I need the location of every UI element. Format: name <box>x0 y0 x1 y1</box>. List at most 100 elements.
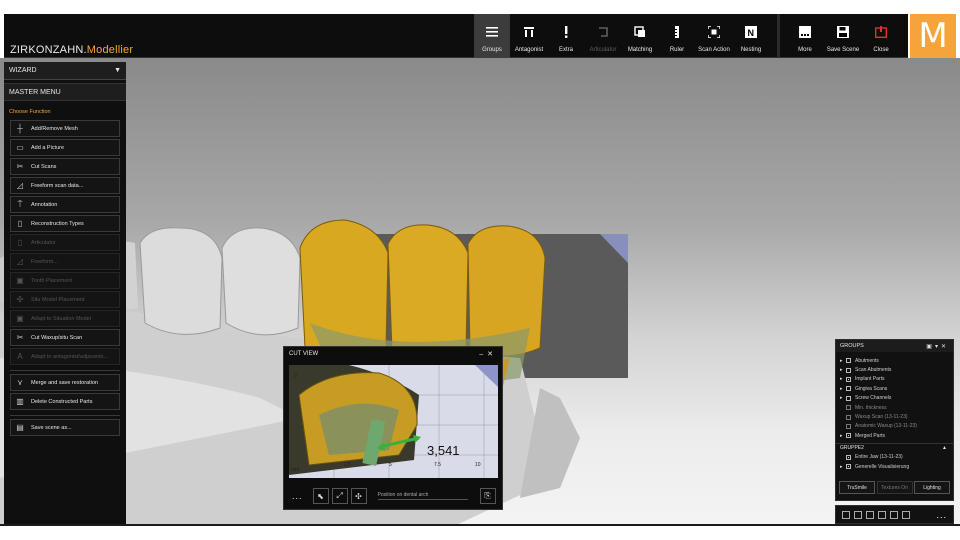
document-icon: ▯ <box>17 219 23 228</box>
fn-freeform-scan-data[interactable]: ◿ Freeform scan data... <box>10 177 120 194</box>
checkbox[interactable] <box>846 454 851 460</box>
matching-icon <box>634 20 646 44</box>
cut-line-icon[interactable]: ⤢ <box>331 488 348 504</box>
checkbox[interactable] <box>846 395 851 401</box>
fn-annotation[interactable]: ⍑ Annotation <box>10 196 120 213</box>
groups-button[interactable]: Groups <box>474 14 510 58</box>
checkbox[interactable] <box>846 386 851 392</box>
group-item-gingiva-scans[interactable]: ▸ Gingiva Scans <box>836 384 953 393</box>
extra-button[interactable]: Extra <box>548 14 584 58</box>
group-label: Implant Parts <box>855 376 885 383</box>
view-square-icon[interactable] <box>878 510 886 519</box>
brand-main: ZIRKONZAHN. <box>10 44 87 56</box>
antagonist-icon <box>523 20 535 44</box>
fn-cut-waxup-situ-scan[interactable]: ✂ Cut Waxup/situ Scan <box>10 329 120 346</box>
checkbox[interactable] <box>846 433 851 439</box>
articulator-button[interactable]: Articulator <box>585 14 621 58</box>
group-item-abutments[interactable]: ▸ Abutments <box>836 356 953 365</box>
checkbox[interactable] <box>846 376 851 382</box>
fn-add-remove-mesh[interactable]: ┼ Add/Remove Mesh <box>10 120 120 137</box>
fn-articulator[interactable]: ▯ Articulator <box>10 234 120 251</box>
plus-icon: ┼ <box>17 124 23 133</box>
scan-action-button[interactable]: Scan Action <box>696 14 732 58</box>
checkbox[interactable] <box>846 367 851 373</box>
wizard-dropdown[interactable]: WIZARD ▼ <box>4 62 126 80</box>
fn-add-picture[interactable]: ▭ Add a Picture <box>10 139 120 156</box>
fn-delete-constructed-parts[interactable]: ▥ Delete Constructed Parts <box>10 393 120 410</box>
checkbox[interactable] <box>846 464 851 470</box>
annotation-icon: ⍑ <box>17 199 23 209</box>
fn-freeform[interactable]: ◿ Freeform... <box>10 253 120 270</box>
subgroup-label: GRUPPE2 <box>840 445 864 452</box>
fn-merge-save-restoration[interactable]: ⋎ Merge and save restoration <box>10 374 120 391</box>
master-menu-button[interactable]: MASTER MENU <box>4 83 126 101</box>
group-item-screw-channels[interactable]: ▸ Screw Channels <box>836 394 953 403</box>
view-square-icon[interactable] <box>854 510 862 519</box>
left-panel: WIZARD ▼ MASTER MENU Choose Function ┼ Ad… <box>4 62 126 524</box>
app-logo[interactable]: M <box>910 14 956 58</box>
articulator-label: Articulator <box>589 47 617 53</box>
scissors-icon: ✂ <box>16 333 24 342</box>
fn-situ-model-placement[interactable]: ✣ Situ Model Placement <box>10 291 120 308</box>
checkbox[interactable] <box>846 423 851 429</box>
close-power-icon <box>875 20 887 44</box>
fn-reconstruction-types[interactable]: ▯ Reconstruction Types <box>10 215 120 232</box>
fn-label: Add/Remove Mesh <box>31 125 78 132</box>
group-item-waxup-scan[interactable]: Waxup Scan (13-11-23) <box>836 412 953 421</box>
textures-on-button[interactable]: Textures On <box>876 481 913 494</box>
group-item-merged-parts[interactable]: ▸ Merged Parts <box>836 431 953 440</box>
close-button[interactable]: Close <box>863 14 899 58</box>
more-label: More <box>798 47 812 53</box>
group-label: Entire Jaw (13-11-23) <box>855 454 903 461</box>
cut-view-image[interactable]: 3,541 mm 0 2.5 5 7.5 10 <box>289 365 498 478</box>
fn-save-scene-as[interactable]: ▤ Save scene as... <box>10 419 120 436</box>
antagonist-label: Antagonist <box>514 47 544 53</box>
measurement-value: 3,541 <box>427 443 460 458</box>
ruler-button[interactable]: Ruler <box>659 14 695 58</box>
view-square-icon[interactable] <box>866 510 874 519</box>
group-label: Abutments <box>855 357 879 364</box>
nesting-button[interactable]: N Nesting <box>733 14 769 58</box>
view-square-icon[interactable] <box>902 510 910 519</box>
fn-tooth-placement[interactable]: ▣ Tooth Placement <box>10 272 120 289</box>
group-label: Waxup Scan (13-11-23) <box>855 414 908 421</box>
ruler-icon <box>671 20 683 44</box>
fn-adapt-to-antagonist[interactable]: A Adapt to antagonist/adjacents... <box>10 348 120 365</box>
group-item-generelle-visualisierung[interactable]: ▸ Generelle Visualisierung <box>836 462 953 471</box>
panel-controls[interactable]: ▣▾✕ <box>926 343 949 350</box>
fn-label: Delete Constructed Parts <box>31 398 93 405</box>
group-item-min-thickness[interactable]: Min. thickness <box>836 403 953 412</box>
export-icon[interactable]: ⎘ <box>479 488 496 504</box>
position-on-dental-arch-field[interactable]: Position on dental arch <box>377 492 468 500</box>
group-item-scan-abutments[interactable]: ▸ Scan Abutments <box>836 365 953 374</box>
close-label: Close <box>873 47 889 53</box>
more-button[interactable]: More <box>787 14 823 58</box>
tooth-icon: ▣ <box>16 276 24 285</box>
lighting-button[interactable]: Lighting <box>914 481 950 494</box>
checkbox[interactable] <box>846 358 851 364</box>
antagonist-button[interactable]: Antagonist <box>511 14 547 58</box>
window-controls[interactable]: –✕ <box>479 350 497 358</box>
matching-button[interactable]: Matching <box>622 14 658 58</box>
checkbox[interactable] <box>846 414 851 420</box>
save-icon: ▤ <box>16 423 24 432</box>
group-label: Generelle Visualisierung <box>855 463 910 470</box>
group-section-gruppe2[interactable]: GRUPPE2 ▲ <box>836 442 953 453</box>
group-item-implant-parts[interactable]: ▸ Implant Parts <box>836 375 953 384</box>
group-item-entire-jaw[interactable]: Entire Jaw (13-11-23) <box>836 453 953 462</box>
move-icon[interactable]: ✣ <box>350 488 367 504</box>
trusmile-button[interactable]: TruSmile <box>839 481 875 494</box>
fn-adapt-to-situation-model[interactable]: ▣ Adapt to Situation Model <box>10 310 120 327</box>
view-square-icon[interactable] <box>890 510 898 519</box>
chevron-up-icon[interactable]: ▲ <box>942 445 947 451</box>
group-label: Scan Abutments <box>855 367 892 374</box>
checkbox[interactable] <box>846 405 851 411</box>
select-arrow-icon[interactable]: ⬉ <box>312 488 329 504</box>
fn-label: Merge and save restoration <box>31 379 98 386</box>
view-square-icon[interactable] <box>842 510 850 519</box>
group-item-anatomic-waxup[interactable]: Anatomic Waxup (13-11-23) <box>836 422 953 431</box>
cut-more-button[interactable]: ... <box>292 491 303 501</box>
fn-cut-scans[interactable]: ✂ Cut Scans <box>10 158 120 175</box>
save-scene-button[interactable]: Save Scene <box>825 14 861 58</box>
view-more-button[interactable]: ... <box>936 510 947 520</box>
